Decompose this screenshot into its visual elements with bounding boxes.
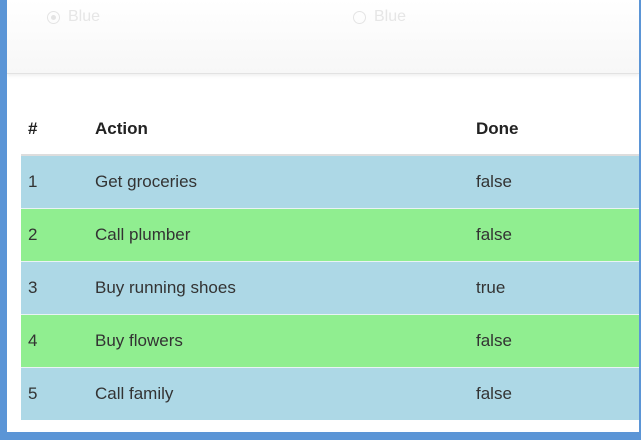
row-done: false <box>476 208 639 262</box>
row-action: Get groceries <box>95 154 476 209</box>
row-done: false <box>476 154 639 209</box>
row-number: 4 <box>21 314 95 368</box>
table-header-row: # Action Done <box>21 104 639 156</box>
row-action: Call family <box>95 367 476 420</box>
row-action: Buy running shoes <box>95 261 476 315</box>
row-number: 5 <box>21 367 95 420</box>
color-option-1[interactable]: Blue <box>47 8 100 26</box>
color-option-label: Blue <box>374 8 407 25</box>
row-action: Buy flowers <box>95 314 476 368</box>
color-option-label: Blue <box>68 8 101 25</box>
table-row: 5 Call family false <box>21 367 639 420</box>
row-number: 1 <box>21 154 95 209</box>
todo-table: # Action Done 1 Get groceries false 2 Ca… <box>21 104 639 420</box>
header-done: Done <box>476 104 639 156</box>
row-done: false <box>476 367 639 420</box>
app-window: Blue Blue # Action Done 1 Get groceries … <box>0 0 641 440</box>
table-row: 4 Buy flowers false <box>21 314 639 368</box>
row-done: true <box>476 261 639 315</box>
radio-checked-icon[interactable] <box>47 10 60 24</box>
row-number: 2 <box>21 208 95 262</box>
color-option-2[interactable]: Blue <box>353 8 406 26</box>
radio-unchecked-icon[interactable] <box>353 10 366 24</box>
table-row: 3 Buy running shoes true <box>21 261 639 315</box>
row-action: Call plumber <box>95 208 476 262</box>
row-done: false <box>476 314 639 368</box>
header-number: # <box>21 104 95 156</box>
header-action: Action <box>95 104 476 156</box>
color-filter-panel: Blue Blue <box>7 0 639 74</box>
row-number: 3 <box>21 261 95 315</box>
table-row: 1 Get groceries false <box>21 154 639 209</box>
table-row: 2 Call plumber false <box>21 208 639 262</box>
